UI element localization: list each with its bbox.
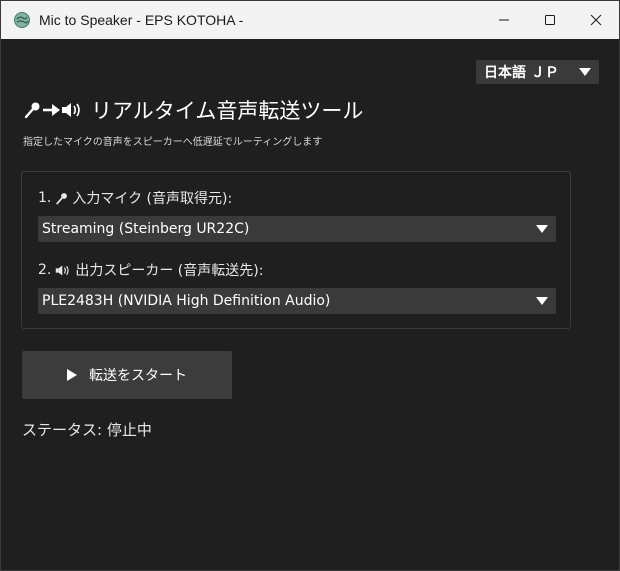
maximize-button[interactable] (527, 1, 573, 39)
minimize-icon (499, 19, 509, 21)
input-label-text: 入力マイク (音声取得元): (72, 191, 233, 207)
input-device-value: Streaming (Steinberg UR22C) (42, 221, 250, 237)
chevron-down-icon (536, 225, 548, 233)
language-select[interactable]: 日本語 ＪＰ (476, 60, 599, 84)
page-title: リアルタイム音声転送ツール (91, 99, 364, 123)
close-button[interactable] (573, 1, 619, 39)
output-device-value: PLE2483H (NVIDIA High Definition Audio) (42, 293, 331, 309)
output-label-prefix: 2. (38, 262, 52, 278)
page-subtitle: 指定したマイクの音声をスピーカーへ低遅延でルーティングします (23, 137, 323, 148)
input-label-prefix: 1. (38, 190, 52, 206)
input-device-select[interactable]: Streaming (Steinberg UR22C) (38, 216, 556, 242)
status-text: ステータス: 停止中 (22, 421, 152, 439)
close-icon (590, 14, 602, 26)
output-device-label: 2. 出力スピーカー (音声転送先): (38, 260, 263, 280)
header-icons (23, 101, 83, 119)
play-icon (67, 369, 77, 381)
microphone-icon (56, 192, 68, 204)
title-bar[interactable]: Mic to Speaker - EPS KOTOHA - (1, 1, 619, 39)
chevron-down-icon (536, 297, 548, 305)
output-label-text: 出力スピーカー (音声転送先): (75, 263, 264, 279)
maximize-icon (545, 15, 555, 25)
start-button-label: 転送をスタート (89, 368, 187, 384)
language-selected-value: 日本語 ＪＰ (484, 65, 559, 81)
speaker-icon (56, 264, 69, 276)
window-title: Mic to Speaker - EPS KOTOHA - (39, 12, 244, 28)
start-transfer-button[interactable]: 転送をスタート (22, 351, 232, 399)
arrow-right-icon (43, 104, 60, 116)
input-device-label: 1. 入力マイク (音声取得元): (38, 188, 232, 208)
app-window: Mic to Speaker - EPS KOTOHA - 日本語 ＪＰ リアル… (0, 0, 620, 571)
minimize-button[interactable] (481, 1, 527, 39)
app-icon (14, 12, 30, 28)
device-settings-panel: 1. 入力マイク (音声取得元): Streaming (Steinberg U… (21, 171, 571, 329)
window-controls (481, 1, 619, 39)
speaker-icon (62, 103, 80, 117)
microphone-icon (24, 102, 40, 119)
page-header: リアルタイム音声転送ツール (23, 95, 363, 125)
output-device-select[interactable]: PLE2483H (NVIDIA High Definition Audio) (38, 288, 556, 314)
chevron-down-icon (579, 68, 591, 76)
